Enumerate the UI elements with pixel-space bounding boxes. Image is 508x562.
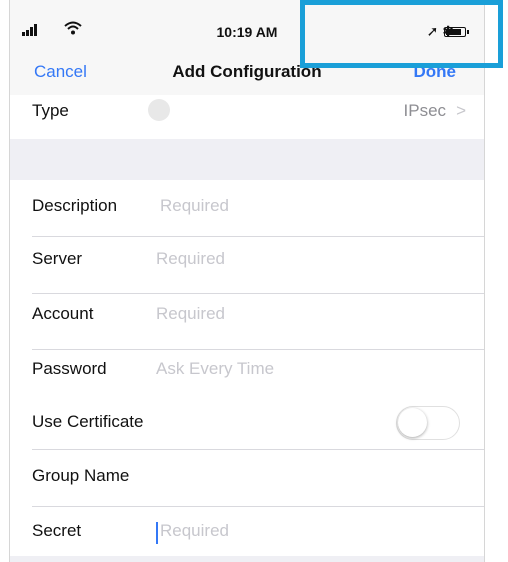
touch-indicator — [148, 99, 170, 121]
text-cursor — [156, 522, 158, 544]
secret-label: Secret — [32, 521, 82, 540]
account-label: Account — [32, 304, 94, 323]
type-value: IPsec > — [404, 101, 466, 121]
description-field[interactable]: Required — [160, 196, 229, 216]
chevron-right-icon: > — [456, 101, 466, 120]
type-label: Type — [32, 101, 69, 120]
account-row[interactable]: Account Required — [10, 294, 484, 350]
use-certificate-toggle[interactable] — [396, 406, 460, 440]
phone-screen: 10:19 AM ➚ ✱ Cancel Add Configuration Do… — [9, 0, 485, 562]
status-time: 10:19 AM — [216, 24, 278, 40]
battery-icon — [444, 27, 469, 37]
password-field[interactable]: Ask Every Time — [156, 359, 274, 379]
server-row[interactable]: Server Required — [10, 237, 484, 294]
secret-row[interactable]: Secret Required — [10, 507, 484, 556]
navigation-bar: Cancel Add Configuration Done — [10, 40, 484, 95]
done-button[interactable]: Done — [414, 62, 457, 82]
group-name-label: Group Name — [32, 466, 130, 485]
type-row[interactable]: Type IPsec > — [10, 95, 484, 139]
use-certificate-row[interactable]: Use Certificate — [10, 393, 484, 450]
secret-field[interactable]: Required — [160, 521, 229, 541]
account-field[interactable]: Required — [156, 304, 225, 324]
type-value-text: IPsec — [403, 101, 447, 120]
use-certificate-label: Use Certificate — [32, 412, 144, 431]
settings-group: Description Required Server Required Acc… — [10, 180, 484, 556]
description-row[interactable]: Description Required — [10, 180, 484, 237]
server-field[interactable]: Required — [156, 249, 225, 269]
server-label: Server — [32, 249, 83, 268]
group-name-row[interactable]: Group Name — [10, 450, 484, 507]
description-label: Description — [32, 196, 118, 215]
password-label: Password — [32, 359, 107, 378]
location-arrow-icon: ➚ — [426, 23, 439, 39]
status-bar: 10:19 AM ➚ ✱ — [10, 0, 484, 40]
